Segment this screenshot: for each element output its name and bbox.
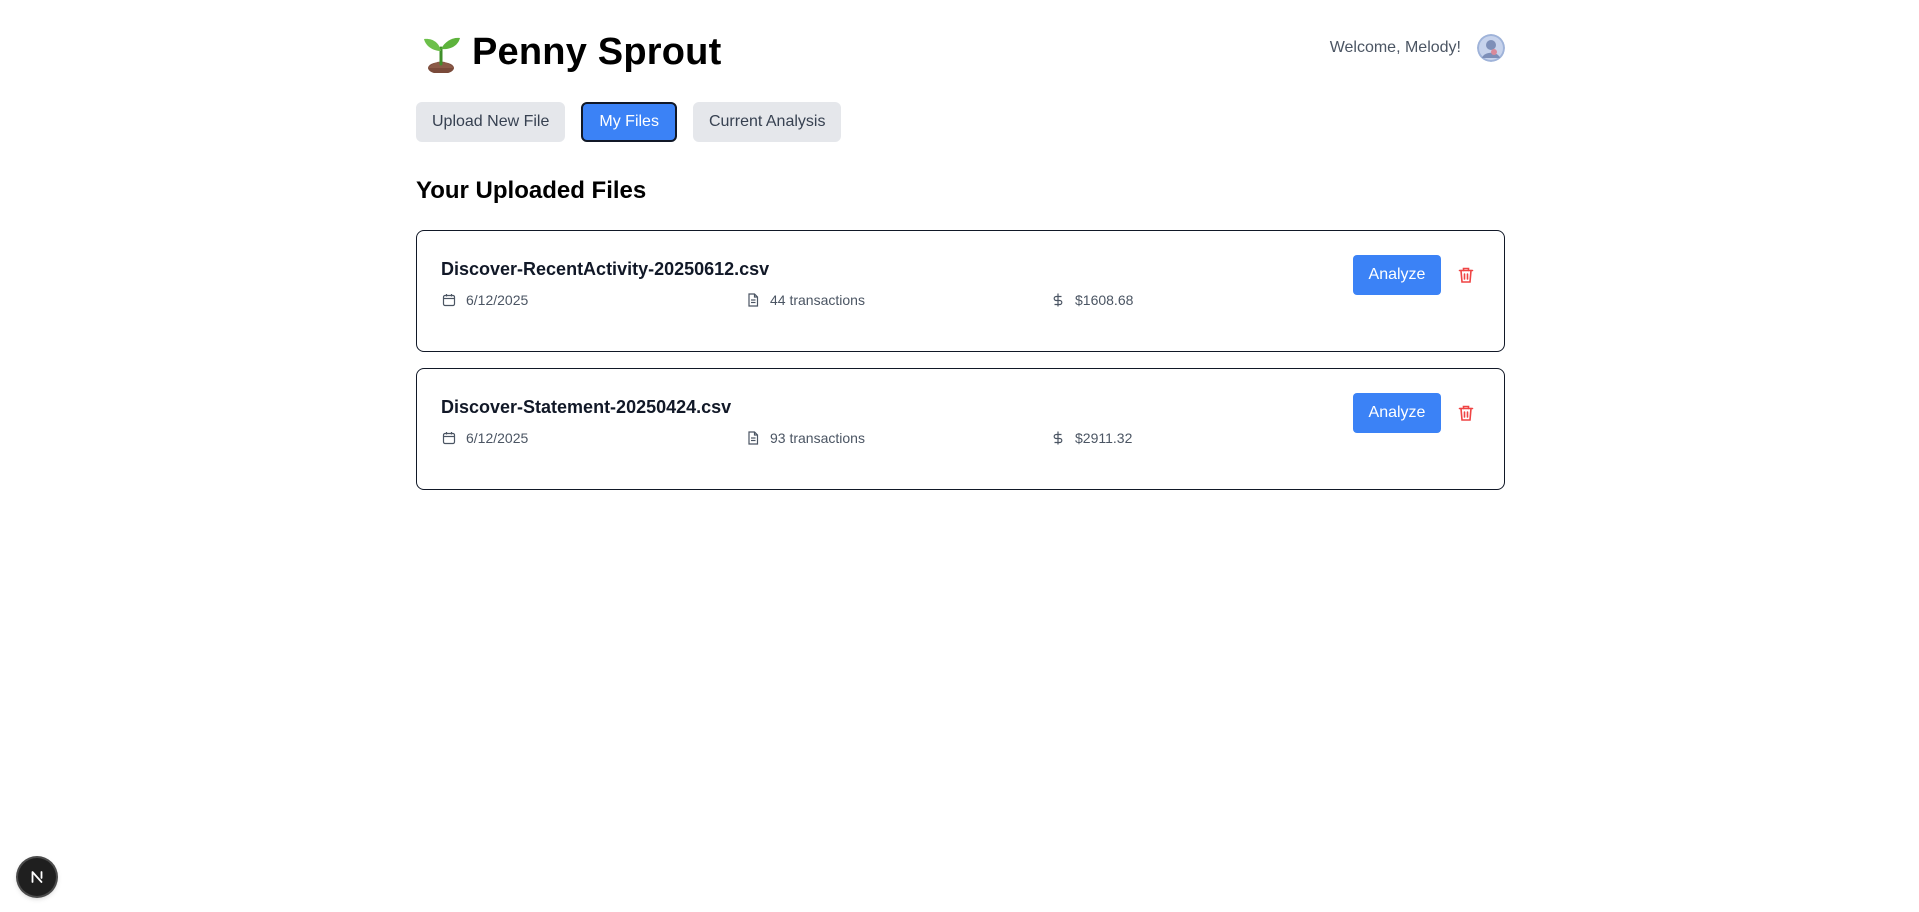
file-list: Discover-RecentActivity-20250612.csv 6/1… [416,230,1505,506]
file-date-text: 6/12/2025 [466,292,529,308]
file-card: Discover-RecentActivity-20250612.csv 6/1… [416,230,1505,352]
file-amount-text: $2911.32 [1075,430,1133,446]
file-card: Discover-Statement-20250424.csv 6/12/202… [416,368,1505,490]
file-text-icon [748,293,759,307]
user-area: Welcome, Melody! [1330,34,1505,62]
app-container: Penny Sprout Welcome, Melody! Upload New… [416,0,1505,490]
file-date: 6/12/2025 [442,430,528,446]
file-transactions: 93 transactions [746,430,865,446]
avatar[interactable] [1477,34,1505,62]
tab-current-analysis[interactable]: Current Analysis [692,102,842,142]
dollar-icon [1053,431,1063,445]
analyze-button[interactable]: Analyze [1353,393,1441,433]
file-name: Discover-Statement-20250424.csv [441,397,732,417]
calendar-icon [442,294,456,307]
welcome-text: Welcome, Melody! [1329,39,1461,56]
file-amount: $1608.68 [1051,292,1133,308]
file-date: 6/12/2025 [442,292,528,308]
header: Penny Sprout Welcome, Melody! Upload New… [416,0,1505,142]
file-transactions-text: 93 transactions [770,430,865,446]
file-text-icon [748,431,759,445]
file-amount: $2911.32 [1051,430,1132,446]
file-transactions-text: 44 transactions [770,292,865,308]
calendar-icon [442,432,456,445]
file-transactions: 44 transactions [746,292,865,308]
analyze-button[interactable]: Analyze [1353,255,1441,295]
file-name: Discover-RecentActivity-20250612.csv [441,259,770,279]
app-title: Penny Sprout [472,31,722,73]
section-title: Your Uploaded Files [416,177,647,204]
tab-upload-new-file[interactable]: Upload New File [416,102,566,142]
logo: Penny Sprout [420,30,721,74]
dollar-icon [1053,293,1063,307]
dev-tools-badge[interactable] [18,858,56,896]
seedling-icon [424,37,460,73]
tab-bar: Upload New File My Files Current Analysi… [416,102,857,142]
file-amount-text: $1608.68 [1075,292,1134,308]
next-logo-icon [31,871,43,883]
trash-icon[interactable] [1457,404,1475,422]
tab-my-files[interactable]: My Files [581,102,677,142]
file-date-text: 6/12/2025 [466,430,529,446]
trash-icon[interactable] [1457,266,1475,284]
